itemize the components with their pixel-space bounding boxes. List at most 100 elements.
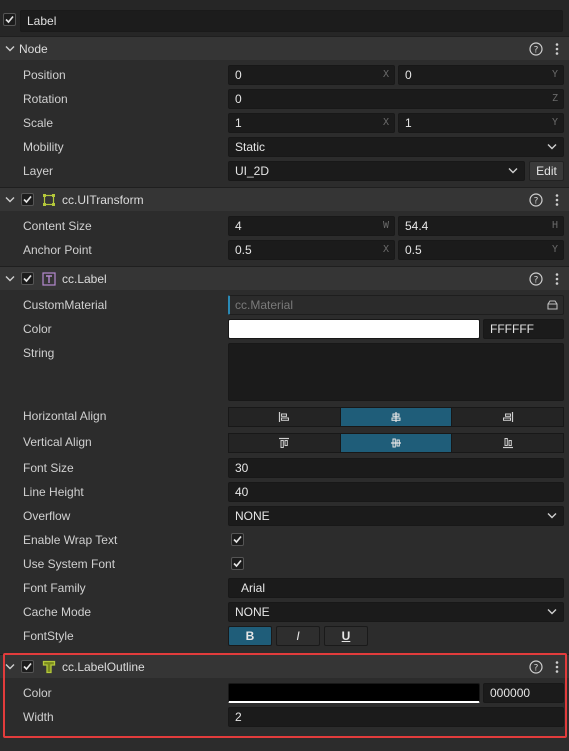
help-icon[interactable]: ? bbox=[529, 42, 543, 56]
position-y-input[interactable]: 0Y bbox=[398, 65, 564, 85]
section-header-label[interactable]: cc.Label ? bbox=[0, 266, 569, 290]
section-header-uitransform[interactable]: cc.UITransform ? bbox=[0, 187, 569, 211]
align-top-icon bbox=[279, 437, 290, 448]
v-align-top-button[interactable] bbox=[229, 434, 341, 452]
use-system-font-checkbox[interactable] bbox=[231, 557, 244, 570]
chevron-down-icon bbox=[5, 197, 15, 203]
section-header-node[interactable]: Node ? bbox=[0, 36, 569, 60]
custom-material-field[interactable]: cc.Material bbox=[228, 295, 564, 315]
v-align-bottom-button[interactable] bbox=[452, 434, 563, 452]
scale-y-input[interactable]: 1Y bbox=[398, 113, 564, 133]
uitransform-enabled-checkbox[interactable] bbox=[21, 193, 34, 206]
string-textarea[interactable] bbox=[228, 343, 564, 401]
more-options-icon[interactable] bbox=[550, 272, 564, 286]
horizontal-align-group bbox=[228, 407, 564, 427]
align-right-icon bbox=[502, 412, 513, 422]
more-options-icon[interactable] bbox=[550, 42, 564, 56]
y-suffix: Y bbox=[551, 244, 558, 255]
h-align-right-button[interactable] bbox=[452, 408, 563, 426]
label-component-icon bbox=[42, 272, 56, 286]
layer-label: Layer bbox=[23, 164, 54, 178]
line-height-input[interactable]: 40 bbox=[228, 482, 564, 502]
asset-picker-icon[interactable] bbox=[547, 300, 558, 310]
node-name-bar: Label bbox=[0, 0, 569, 40]
outline-color-swatch[interactable] bbox=[228, 683, 480, 703]
layer-edit-button[interactable]: Edit bbox=[529, 161, 564, 181]
node-name-input[interactable]: Label bbox=[20, 10, 563, 32]
content-size-label: Content Size bbox=[23, 219, 92, 233]
labeloutline-enabled-checkbox[interactable] bbox=[21, 660, 34, 673]
font-style-label: FontStyle bbox=[23, 629, 74, 643]
h-align-left-button[interactable] bbox=[229, 408, 341, 426]
help-icon[interactable]: ? bbox=[529, 660, 543, 674]
more-options-icon[interactable] bbox=[550, 660, 564, 674]
align-center-icon bbox=[391, 412, 401, 422]
anchor-point-label: Anchor Point bbox=[23, 243, 92, 257]
scale-x-input[interactable]: 1X bbox=[228, 113, 395, 133]
x-suffix: X bbox=[382, 244, 389, 255]
help-icon[interactable]: ? bbox=[529, 193, 543, 207]
underline-button[interactable]: U bbox=[324, 626, 368, 646]
align-bottom-icon bbox=[502, 438, 513, 449]
custom-material-label: CustomMaterial bbox=[23, 298, 108, 312]
outline-width-input[interactable]: 2 bbox=[228, 707, 564, 727]
horizontal-align-label: Horizontal Align bbox=[23, 409, 107, 423]
chevron-down-icon bbox=[5, 276, 15, 282]
chevron-down-icon bbox=[547, 144, 557, 150]
more-options-icon[interactable] bbox=[550, 193, 564, 207]
uitransform-icon bbox=[43, 194, 55, 206]
label-color-swatch[interactable] bbox=[228, 319, 480, 339]
cache-mode-value: NONE bbox=[235, 605, 270, 619]
position-label: Position bbox=[23, 68, 66, 82]
font-size-label: Font Size bbox=[23, 461, 74, 475]
mobility-value: Static bbox=[235, 140, 266, 154]
content-size-h-input[interactable]: 54.4 H bbox=[398, 216, 564, 236]
italic-button[interactable]: I bbox=[276, 626, 320, 646]
content-height-value: 54.4 bbox=[405, 219, 429, 233]
chevron-down-icon bbox=[508, 168, 518, 174]
rotation-input[interactable]: 0Z bbox=[228, 89, 564, 109]
content-width-value: 4 bbox=[235, 219, 242, 233]
font-size-input[interactable]: 30 bbox=[228, 458, 564, 478]
checkmark-icon bbox=[233, 535, 242, 544]
w-suffix: W bbox=[382, 220, 389, 231]
svg-text:?: ? bbox=[534, 276, 539, 286]
outline-color-hex[interactable]: 000000 bbox=[483, 683, 564, 703]
mobility-select[interactable]: Static bbox=[228, 137, 564, 157]
scale-y-value: 1 bbox=[405, 116, 412, 130]
align-middle-icon bbox=[391, 438, 401, 448]
section-title-uitransform: cc.UITransform bbox=[62, 193, 144, 207]
label-outline-icon bbox=[42, 660, 56, 674]
layer-select[interactable]: UI_2D bbox=[228, 161, 525, 181]
cache-mode-select[interactable]: NONE bbox=[228, 602, 564, 622]
anchor-y-value: 0.5 bbox=[405, 243, 422, 257]
label-enabled-checkbox[interactable] bbox=[21, 272, 34, 285]
v-align-middle-button[interactable] bbox=[340, 434, 453, 452]
mobility-label: Mobility bbox=[23, 140, 64, 154]
help-icon[interactable]: ? bbox=[529, 272, 543, 286]
enable-wrap-text-checkbox[interactable] bbox=[231, 533, 244, 546]
svg-text:?: ? bbox=[534, 664, 539, 674]
chevron-down-icon bbox=[547, 609, 557, 615]
node-enabled-checkbox[interactable] bbox=[3, 13, 16, 26]
anchor-x-input[interactable]: 0.5 X bbox=[228, 240, 395, 260]
y-suffix: Y bbox=[551, 69, 558, 80]
content-size-w-input[interactable]: 4W bbox=[228, 216, 395, 236]
h-suffix: H bbox=[551, 220, 558, 231]
y-suffix: Y bbox=[551, 117, 558, 128]
vertical-align-label: Vertical Align bbox=[23, 435, 92, 449]
svg-text:?: ? bbox=[534, 46, 539, 56]
label-color-hex[interactable]: FFFFFF bbox=[483, 319, 564, 339]
checkmark-icon bbox=[23, 274, 32, 283]
vertical-align-group bbox=[228, 433, 564, 453]
bold-button[interactable]: B bbox=[228, 626, 272, 646]
line-height-label: Line Height bbox=[23, 485, 84, 499]
anchor-y-input[interactable]: 0.5 Y bbox=[398, 240, 564, 260]
overflow-select[interactable]: NONE bbox=[228, 506, 564, 526]
font-family-input[interactable]: Arial bbox=[228, 578, 564, 598]
section-header-labeloutline[interactable]: cc.LabelOutline ? bbox=[0, 654, 569, 678]
h-align-center-button[interactable] bbox=[340, 408, 453, 426]
font-family-label: Font Family bbox=[23, 581, 86, 595]
x-suffix: X bbox=[382, 69, 389, 80]
position-x-input[interactable]: 0X bbox=[228, 65, 395, 85]
